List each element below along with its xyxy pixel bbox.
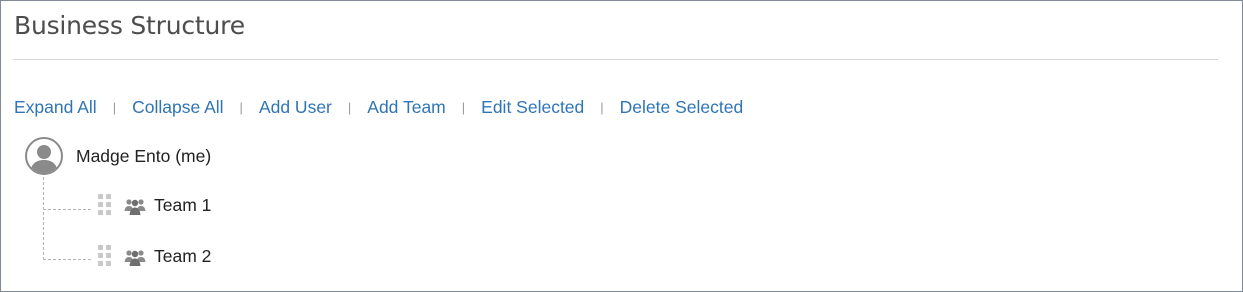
tree-connector-horizontal xyxy=(43,209,91,210)
toolbar-separator: | xyxy=(461,99,466,115)
tree-team-node[interactable]: Team 1 xyxy=(98,192,211,218)
expand-all-link[interactable]: Expand All xyxy=(14,97,97,118)
toolbar-separator: | xyxy=(600,99,604,115)
tree-connector-horizontal xyxy=(43,259,91,260)
edit-selected-link[interactable]: Edit Selected xyxy=(481,97,584,118)
team-node-label: Team 2 xyxy=(154,245,212,266)
team-icon xyxy=(124,250,146,266)
title-divider xyxy=(13,59,1218,60)
drag-handle-icon[interactable] xyxy=(98,194,112,216)
business-structure-panel: Business Structure Expand All | Collapse… xyxy=(0,0,1243,292)
tree-team-node[interactable]: Team 2 xyxy=(98,243,211,269)
toolbar-separator: | xyxy=(347,99,352,115)
delete-selected-link[interactable]: Delete Selected xyxy=(620,97,744,118)
tree-toolbar: Expand All | Collapse All | Add User | A… xyxy=(14,96,743,118)
tree-root-node[interactable]: Madge Ento (me) xyxy=(25,137,211,175)
toolbar-separator: | xyxy=(239,99,243,115)
add-team-link[interactable]: Add Team xyxy=(367,97,445,118)
user-avatar-icon xyxy=(25,137,63,175)
toolbar-separator: | xyxy=(112,99,117,115)
collapse-all-link[interactable]: Collapse All xyxy=(132,97,223,118)
add-user-link[interactable]: Add User xyxy=(259,97,332,118)
tree-connector-vertical xyxy=(43,177,44,260)
team-node-label: Team 1 xyxy=(154,194,212,215)
root-node-label: Madge Ento (me) xyxy=(76,145,212,166)
drag-handle-icon[interactable] xyxy=(98,245,112,267)
page-title: Business Structure xyxy=(14,11,245,40)
team-icon xyxy=(124,199,146,215)
